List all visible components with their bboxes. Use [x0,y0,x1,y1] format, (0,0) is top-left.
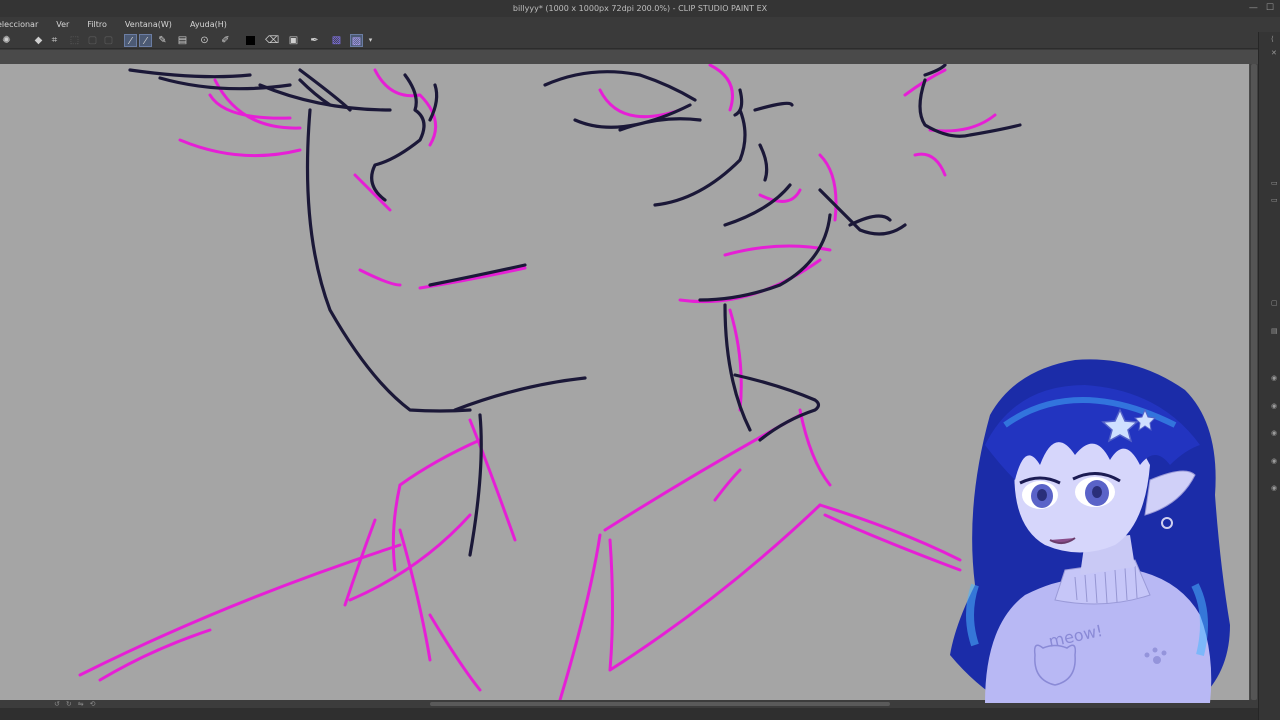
panel-tab-icon[interactable]: ▭ [1271,180,1280,187]
flip-icon[interactable]: ⇋ [78,700,84,708]
pen-icon[interactable]: ⁄ [124,34,137,47]
color-swatch[interactable] [244,34,257,47]
eye-icon[interactable]: ◉ [1271,403,1280,410]
eraser-icon[interactable]: ⌫ [265,34,279,47]
select-icon[interactable]: ▢ [86,34,99,47]
maximize-icon[interactable]: ☐ [1266,0,1274,17]
vertical-scrollbar[interactable] [1250,64,1258,700]
command-bar: ✺ ◆ ⌗ ⬚ ▢ ▢ ⁄ ⁄ ✎ ▤ ⊙ ✐ ⌫ ▣ ✒ ▧ ▨ ▾ [0,32,1258,49]
window-title: billyyy* (1000 x 1000px 72dpi 200.0%) - … [512,4,768,13]
transform-icon[interactable]: ⬚ [68,34,81,47]
menu-bar: eleccionar Ver Filtro Ventana(W) Ayuda(H… [0,17,1280,32]
rotate-left-icon[interactable]: ↺ [54,700,60,708]
layer-mask-icon[interactable]: ▧ [330,34,343,47]
horizontal-scroll-thumb[interactable] [430,702,890,706]
chevron-down-icon[interactable]: ▾ [364,34,377,47]
select-all-icon[interactable]: ▢ [102,34,115,47]
menu-filtro[interactable]: Filtro [78,20,116,29]
title-bar: billyyy* (1000 x 1000px 72dpi 200.0%) - … [0,0,1280,17]
ruler-icon[interactable]: ▤ [176,34,189,47]
panel-collapse-icon[interactable]: ⟨ [1271,36,1280,43]
reset-view-icon[interactable]: ⟲ [90,700,96,708]
rotate-right-icon[interactable]: ↻ [66,700,72,708]
pencil-icon[interactable]: ✎ [156,34,169,47]
eye-icon[interactable]: ◉ [1271,485,1280,492]
lasso-icon[interactable]: ⊙ [198,34,211,47]
menu-ayuda[interactable]: Ayuda(H) [181,20,236,29]
layer-icon[interactable]: ▣ [287,34,300,47]
panel-tab-icon[interactable]: ▭ [1271,197,1280,204]
sun-icon[interactable]: ✺ [0,34,13,47]
close-icon[interactable]: ✕ [1271,50,1280,57]
vtuber-avatar: meow! [945,355,1250,703]
minimize-icon[interactable]: — [1249,0,1258,17]
vertical-scroll-thumb[interactable] [1251,64,1257,700]
menu-ventana[interactable]: Ventana(W) [116,20,181,29]
brush-icon[interactable]: ✐ [219,34,232,47]
status-strip [0,708,1280,720]
layer-active-icon[interactable]: ▨ [350,34,363,47]
pen-icon[interactable]: ⁄ [139,34,152,47]
app-window: billyyy* (1000 x 1000px 72dpi 200.0%) - … [0,0,1280,720]
right-panel: ⟨ ✕ ▭ ▭ ▢ ▤ ◉ ◉ ◉ ◉ ◉ [1258,32,1280,720]
menu-ver[interactable]: Ver [47,20,78,29]
crop-icon[interactable]: ⌗ [48,34,61,47]
layer-list-icon[interactable]: ▤ [1271,328,1280,335]
eye-icon[interactable]: ◉ [1271,375,1280,382]
canvas-view-controls: ↺ ↻ ⇋ ⟲ [54,700,96,708]
eye-icon[interactable]: ◉ [1271,430,1280,437]
avatar-illustration: meow! [950,359,1230,703]
layer-panel-icon[interactable]: ▢ [1271,300,1280,307]
window-controls: — ☐ [1249,0,1274,17]
menu-seleccionar[interactable]: eleccionar [0,20,47,29]
diamond-icon[interactable]: ◆ [32,34,45,47]
eyedropper-icon[interactable]: ✒ [308,34,321,47]
eye-icon[interactable]: ◉ [1271,458,1280,465]
